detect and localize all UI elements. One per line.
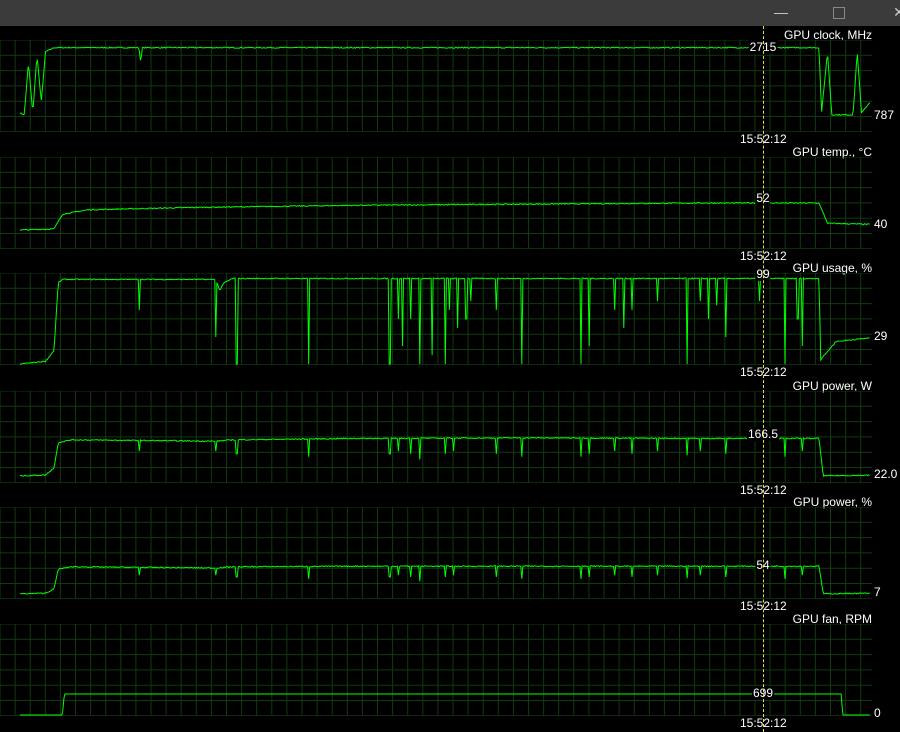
minimize-button[interactable]: — — [758, 0, 804, 26]
gpu-temp-graph[interactable] — [0, 157, 872, 249]
gpu-power-pct-graph[interactable] — [0, 507, 872, 599]
close-button[interactable]: ✕ — [876, 0, 900, 26]
gpu-power-w-graph[interactable] — [0, 391, 872, 483]
gpu-clock-graph[interactable] — [0, 40, 872, 132]
series-line — [20, 693, 870, 716]
maximize-icon — [833, 7, 845, 20]
gpu-fan-graph[interactable] — [0, 624, 872, 716]
close-icon: ✕ — [893, 4, 900, 20]
time-cursor-line — [763, 26, 764, 732]
minimize-icon: — — [774, 4, 788, 20]
gpu-usage-graph[interactable] — [0, 273, 872, 365]
min-value-label: 29 — [874, 328, 888, 343]
gpu-power-w-panel: GPU power, W 166.5 22.0 15:52:12 — [0, 379, 900, 497]
min-value-label: 40 — [874, 216, 888, 231]
gpu-fan-panel: GPU fan, RPM 699 0 15:52:12 — [0, 612, 900, 730]
series-line — [19, 564, 870, 595]
gpu-clock-panel: GPU clock, MHz 2715 787 15:52:12 — [0, 28, 900, 146]
series-line — [19, 201, 870, 231]
series-line — [19, 276, 870, 365]
min-value-label: 22.0 — [874, 466, 898, 481]
min-value-label: 7 — [874, 584, 881, 599]
title-bar: — ✕ — [0, 0, 900, 26]
min-value-label: 787 — [874, 108, 895, 123]
maximize-button[interactable] — [816, 0, 862, 26]
series-line — [19, 46, 871, 116]
series-line — [19, 436, 870, 478]
gpu-usage-panel: GPU usage, % 99 29 15:52:12 — [0, 261, 900, 379]
gpu-temp-panel: GPU temp., °C 52 40 15:52:12 — [0, 145, 900, 263]
min-value-label: 0 — [874, 706, 881, 720]
gpu-power-pct-panel: GPU power, % 54 7 15:52:12 — [0, 495, 900, 613]
